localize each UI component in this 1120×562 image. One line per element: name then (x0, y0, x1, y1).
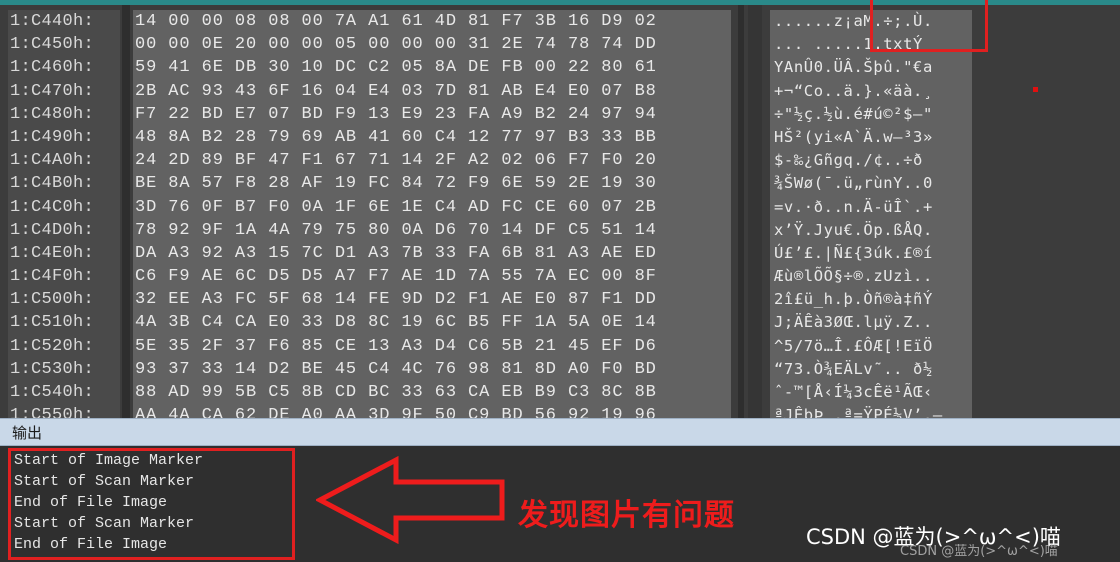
ascii-row: +¬“Co..ä.}.«äà.¸ (774, 81, 933, 100)
hex-row: 5E 35 2F 37 F6 85 CE 13 A3 D4 C6 5B 21 4… (135, 336, 657, 356)
vertical-scrollbar[interactable] (748, 5, 762, 418)
column-separator (738, 5, 744, 418)
hex-editor-view[interactable]: 1:C440h: 1:C450h: 1:C460h: 1:C470h: 1:C480h:… (0, 0, 1120, 418)
hex-row: F7 22 BD E7 07 BD F9 13 E9 23 FA A9 B2 2… (135, 104, 657, 124)
address-row: 1:C500h: (10, 290, 95, 310)
address-row: 1:C470h: (10, 81, 95, 101)
hex-bytes-column[interactable]: 14 00 00 08 08 00 7A A1 61 4D 81 F7 3B 1… (133, 10, 731, 418)
hex-row: 93 37 33 14 D2 BE 45 C4 4C 76 98 81 8D A… (135, 359, 657, 379)
column-separator (122, 5, 130, 418)
ascii-row: Æù®lÕÕ§÷®.zUzì.. (774, 267, 933, 286)
address-row: 1:C4B0h: (10, 174, 95, 194)
output-panel-title: 输出 (12, 424, 43, 442)
ascii-row: J;ÄÊà3ØŒ.lµÿ.Z.. (774, 313, 933, 332)
hex-row: 2B AC 93 43 6F 16 04 E4 03 7D 81 AB E4 E… (135, 81, 657, 101)
address-column: 1:C440h: 1:C450h: 1:C460h: 1:C470h: 1:C480h:… (8, 10, 120, 418)
ascii-row: HŠ²(yi«A`Ä.w—³3» (774, 127, 933, 146)
hex-row: 48 8A B2 28 79 69 AB 41 60 C4 12 77 97 B… (135, 127, 657, 147)
ascii-row: YAnÛ0.ÜÂ.Šþû."€a (774, 58, 933, 77)
address-row: 1:C510h: (10, 313, 95, 333)
address-row: 1:C490h: (10, 127, 95, 147)
address-row: 1:C530h: (10, 359, 95, 379)
address-row: 1:C4E0h: (10, 243, 95, 263)
ascii-row: ÷"½ç.½ù.é#ú©²$—" (774, 104, 933, 123)
ascii-row: ¾ŠWø(¯.ü„rùnY..0 (774, 174, 933, 193)
hex-row: 4A 3B C4 CA E0 33 D8 8C 19 6C B5 FF 1A 5… (135, 313, 657, 333)
ascii-row: ªJÊbÞ .ª=ŸPÉ½V’.– (774, 406, 943, 418)
hex-row: 88 AD 99 5B C5 8B CD BC 33 63 CA EB B9 C… (135, 383, 657, 402)
address-row: 1:C4F0h: (10, 267, 95, 287)
hex-row: 00 00 0E 20 00 00 05 00 00 00 31 2E 74 7… (135, 35, 657, 55)
hex-row: 14 00 00 08 08 00 7A A1 61 4D 81 F7 3B 1… (135, 12, 657, 31)
ascii-row: ^5/7ö…Î.£ÔÆ[!EïÖ (774, 336, 933, 355)
address-row: 1:C440h: (10, 12, 95, 31)
address-row: 1:C4D0h: (10, 220, 95, 240)
hex-row: AA 4A CA 62 DE A0 AA 3D 9F 50 C9 BD 56 9… (135, 406, 657, 418)
ascii-text-column[interactable]: ......z¡aM.÷;.Ù.... .....1.txtÝ YAnÛ0.ÜÂ.… (770, 10, 972, 418)
address-row: 1:C520h: (10, 336, 95, 356)
ascii-row: Ú£’£.|Ñ£{3úk.£®í (774, 243, 933, 262)
hex-row: DA A3 92 A3 15 7C D1 A3 7B 33 FA 6B 81 A… (135, 243, 657, 263)
hex-row: 24 2D 89 BF 47 F1 67 71 14 2F A2 02 06 F… (135, 151, 657, 171)
left-arrow-icon (316, 455, 505, 545)
address-row: 1:C460h: (10, 58, 95, 78)
hex-row: 3D 76 0F B7 F0 0A 1F 6E 1E C4 AD FC CE 6… (135, 197, 657, 217)
hex-row: 78 92 9F 1A 4A 79 75 80 0A D6 70 14 DF C… (135, 220, 657, 240)
address-row: 1:C4C0h: (10, 197, 95, 217)
address-row: 1:C480h: (10, 104, 95, 124)
address-row: 1:C540h: (10, 383, 95, 402)
output-panel-header[interactable]: 输出 (0, 418, 1120, 446)
hex-row: BE 8A 57 F8 28 AF 19 FC 84 72 F9 6E 59 2… (135, 174, 657, 194)
ascii-row: =v.·ð..n.Ä-üÎ`.+ (774, 197, 933, 216)
ascii-row: “73.Ò¾EÄLv˜.. ð½ (774, 359, 933, 378)
hex-row: 32 EE A3 FC 5F 68 14 FE 9D D2 F1 AE E0 8… (135, 290, 657, 310)
output-highlight-box (8, 448, 295, 560)
hex-row: 59 41 6E DB 30 10 DC C2 05 8A DE FB 00 2… (135, 58, 657, 78)
ascii-row: $-‰¿Gñgq./¢..÷ð (774, 151, 933, 170)
red-marker-dot (1033, 87, 1038, 92)
address-row: 1:C4A0h: (10, 151, 95, 171)
csdn-watermark-ghost: CSDN @蓝为(>^ω^<)喵 (900, 544, 1058, 559)
hex-row: C6 F9 AE 6C D5 D5 A7 F7 AE 1D 7A 55 7A E… (135, 267, 657, 287)
ascii-row: 2î£ü_h.þ.Òñ®à‡ñÝ (774, 290, 933, 309)
address-row: 1:C450h: (10, 35, 95, 55)
address-row: 1:C550h: (10, 406, 95, 418)
filename-highlight-box (870, 0, 988, 52)
ascii-row: ˆ-™[Å‹Í¼3cÊë¹ÃŒ‹ (774, 383, 933, 401)
ascii-row: x’Ÿ.Jyu€.Öp.ßÅQ. (774, 220, 933, 239)
annotation-label: 发现图片有问题 (518, 498, 735, 533)
